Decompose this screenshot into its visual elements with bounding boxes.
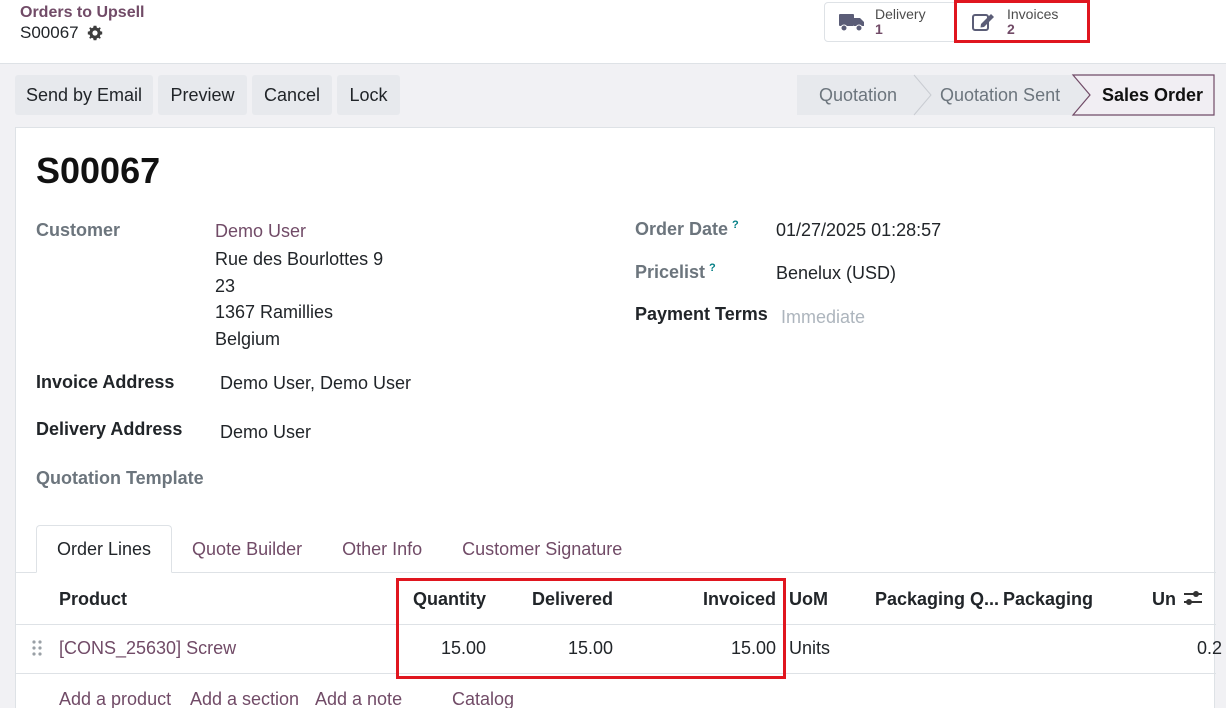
pricelist-label-text: Pricelist <box>635 262 706 282</box>
invoice-address-field[interactable]: Demo User, Demo User <box>220 373 411 394</box>
breadcrumb-current-label: S00067 <box>20 23 79 42</box>
header-row-separator <box>16 624 1216 625</box>
invoices-count: 2 <box>1007 21 1015 37</box>
customer-address-street2: 23 <box>215 275 236 296</box>
order-date-field[interactable]: 01/27/2025 01:28:57 <box>776 220 941 241</box>
invoices-label: Invoices <box>1007 6 1059 22</box>
customer-address-country: Belgium <box>215 328 281 349</box>
delivery-label: Delivery <box>875 6 926 22</box>
delivery-count: 1 <box>875 21 883 37</box>
breadcrumb-current: S00067 <box>20 23 103 43</box>
customer-address: Rue des Bourlottes 9 23 1367 Ramillies B… <box>215 246 383 352</box>
add-section-link[interactable]: Add a section <box>190 689 299 708</box>
tab-quote-builder[interactable]: Quote Builder <box>172 525 322 573</box>
cancel-button[interactable]: Cancel <box>252 75 332 115</box>
order-date-label-text: Order Date <box>635 219 729 239</box>
status-bar: Quotation Quotation Sent Sales Order <box>797 74 1215 116</box>
stage-quotation-sent[interactable]: Quotation Sent <box>940 85 1060 106</box>
row-delivered[interactable]: 15.00 <box>513 638 613 659</box>
send-by-email-button[interactable]: Send by Email <box>15 75 153 115</box>
tab-other-info[interactable]: Other Info <box>322 525 442 573</box>
gear-icon[interactable] <box>87 25 103 41</box>
order-date-help-icon[interactable]: ? <box>732 219 739 231</box>
invoices-smart-button[interactable]: Invoices 2 <box>956 2 1088 42</box>
stage-sales-order[interactable]: Sales Order <box>1102 85 1203 106</box>
column-product[interactable]: Product <box>59 589 127 610</box>
pricelist-label: Pricelist? <box>635 262 716 283</box>
preview-button[interactable]: Preview <box>158 75 247 115</box>
column-unit-price[interactable]: Un <box>1152 589 1176 610</box>
tab-customer-signature[interactable]: Customer Signature <box>442 525 642 573</box>
data-row-separator <box>16 673 1216 674</box>
row-invoiced: 15.00 <box>730 638 776 658</box>
catalog-link[interactable]: Catalog <box>452 689 514 708</box>
column-delivered[interactable]: Delivered <box>513 589 613 610</box>
payment-terms-field[interactable]: Immediate <box>781 307 865 328</box>
column-packaging[interactable]: Packaging <box>1003 589 1093 610</box>
payment-terms-label: Payment Terms <box>635 304 768 324</box>
add-note-link[interactable]: Add a note <box>315 689 402 708</box>
invoice-address-label: Invoice Address <box>36 372 175 392</box>
customer-label: Customer <box>36 220 121 240</box>
delivery-address-label: Delivery Address <box>36 419 183 439</box>
row-uom[interactable]: Units <box>789 638 830 659</box>
record-title: S00067 <box>36 150 161 191</box>
delivery-address-field[interactable]: Demo User <box>220 422 311 443</box>
drag-handle-icon[interactable] <box>32 640 42 656</box>
tab-order-lines[interactable]: Order Lines <box>36 525 173 573</box>
lock-button[interactable]: Lock <box>337 75 400 115</box>
row-quantity[interactable]: 15.00 <box>386 638 486 659</box>
pricelist-help-icon[interactable]: ? <box>709 262 716 274</box>
column-uom[interactable]: UoM <box>789 589 828 610</box>
pencil-square-icon <box>971 11 999 33</box>
add-product-link[interactable]: Add a product <box>59 689 171 708</box>
order-date-label: Order Date? <box>635 219 739 240</box>
pricelist-field[interactable]: Benelux (USD) <box>776 263 896 284</box>
stage-quotation[interactable]: Quotation <box>819 85 897 106</box>
customer-address-street: Rue des Bourlottes 9 <box>215 249 384 269</box>
notebook-tabs: Order Lines Quote Builder Other Info Cus… <box>36 525 642 573</box>
column-settings-icon[interactable] <box>1183 588 1203 608</box>
truck-icon <box>839 11 867 33</box>
column-packaging-qty[interactable]: Packaging Q... <box>875 589 999 610</box>
control-panel: Orders to Upsell S00067 Delivery 1 Invoi… <box>0 0 1226 64</box>
quotation-template-label: Quotation Template <box>36 468 204 488</box>
row-unit-price[interactable]: 0.2 <box>1197 638 1222 659</box>
delivery-smart-button[interactable]: Delivery 1 <box>824 2 958 42</box>
customer-address-city: 1367 Ramillies <box>215 302 334 322</box>
row-product[interactable]: [CONS_25630] Screw <box>59 638 236 659</box>
column-quantity[interactable]: Quantity <box>386 589 486 610</box>
customer-name[interactable]: Demo User <box>215 221 306 242</box>
column-invoiced[interactable]: Invoiced <box>676 589 776 610</box>
breadcrumb-parent[interactable]: Orders to Upsell <box>20 4 144 22</box>
form-sheet: S00067 Customer Demo User Rue des Bourlo… <box>15 127 1222 708</box>
